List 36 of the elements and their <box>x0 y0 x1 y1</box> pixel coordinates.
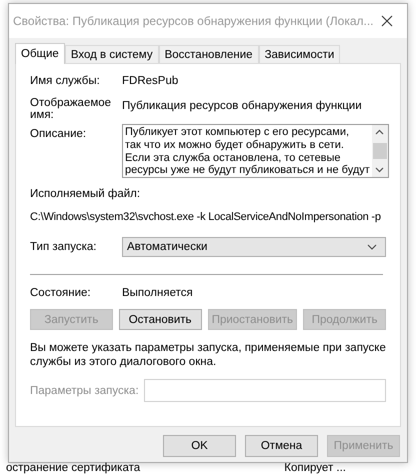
description-line: ресурсы уже не будут публиковаться и не будут <box>125 164 370 177</box>
field-label: Отображаемое имя: <box>30 97 110 121</box>
tab[interactable]: Зависимости <box>258 45 340 63</box>
field-label: Исполняемый файл: <box>30 188 142 200</box>
dropdown-value: Автоматически <box>127 241 208 253</box>
field-value: FDResPub <box>122 75 178 87</box>
scrollbar[interactable] <box>372 125 388 177</box>
description-line: Если эта служба остановлена, то сетевые <box>125 152 342 164</box>
chevron-down-icon <box>367 244 377 250</box>
field-label: Тип запуска: <box>30 241 98 253</box>
description-line: Публикует этот компьютер с его ресурсами, <box>125 126 350 139</box>
service-button[interactable]: Остановить <box>118 309 202 330</box>
field-label: Имя службы: <box>30 75 101 87</box>
input-field[interactable] <box>144 379 386 402</box>
tab[interactable]: Вход в систему <box>64 45 159 63</box>
field-value: Публикация ресурсов обнаружения функции <box>122 100 362 112</box>
field-label: Состояние: <box>30 287 92 299</box>
dialog-button[interactable]: Отмена <box>245 435 318 457</box>
field-label: Описание: <box>30 128 88 140</box>
executable-path: C:\Windows\system32\svchost.exe -k LocalServiceAndNoImpersonation -p <box>30 211 382 223</box>
close-icon[interactable] <box>381 15 393 27</box>
startup-type-dropdown[interactable]: Автоматически <box>122 237 386 257</box>
scroll-down-icon[interactable] <box>375 167 384 173</box>
tab[interactable]: Общие <box>15 43 65 64</box>
description-box[interactable]: Публикует этот компьютер с его ресурсами, так что их можно будет обнаружить в сети. Если эта служба остановлена, то сетевые ресурсы уже не будут публиковаться и не будут <box>122 124 389 178</box>
tab[interactable]: Восстановление <box>158 45 259 63</box>
background-text: остранение сертификата <box>6 462 140 474</box>
field-label: Параметры запуска: <box>30 384 139 396</box>
status-value: Выполняется <box>122 287 193 299</box>
scroll-up-icon[interactable] <box>375 129 384 135</box>
background-text: Копирует ... <box>284 462 346 474</box>
hint-text: Вы можете указать параметры запуска, применяемые при запуске службы из этого диалогового окна. <box>30 341 386 369</box>
scroll-thumb[interactable] <box>372 143 387 159</box>
dialog-button[interactable]: OK <box>163 435 236 457</box>
window-title: Свойства: Публикация ресурсов обнаружения функции (Локал... <box>13 14 374 28</box>
description-line: так что их можно будет обнаружить в сети. <box>125 138 345 152</box>
